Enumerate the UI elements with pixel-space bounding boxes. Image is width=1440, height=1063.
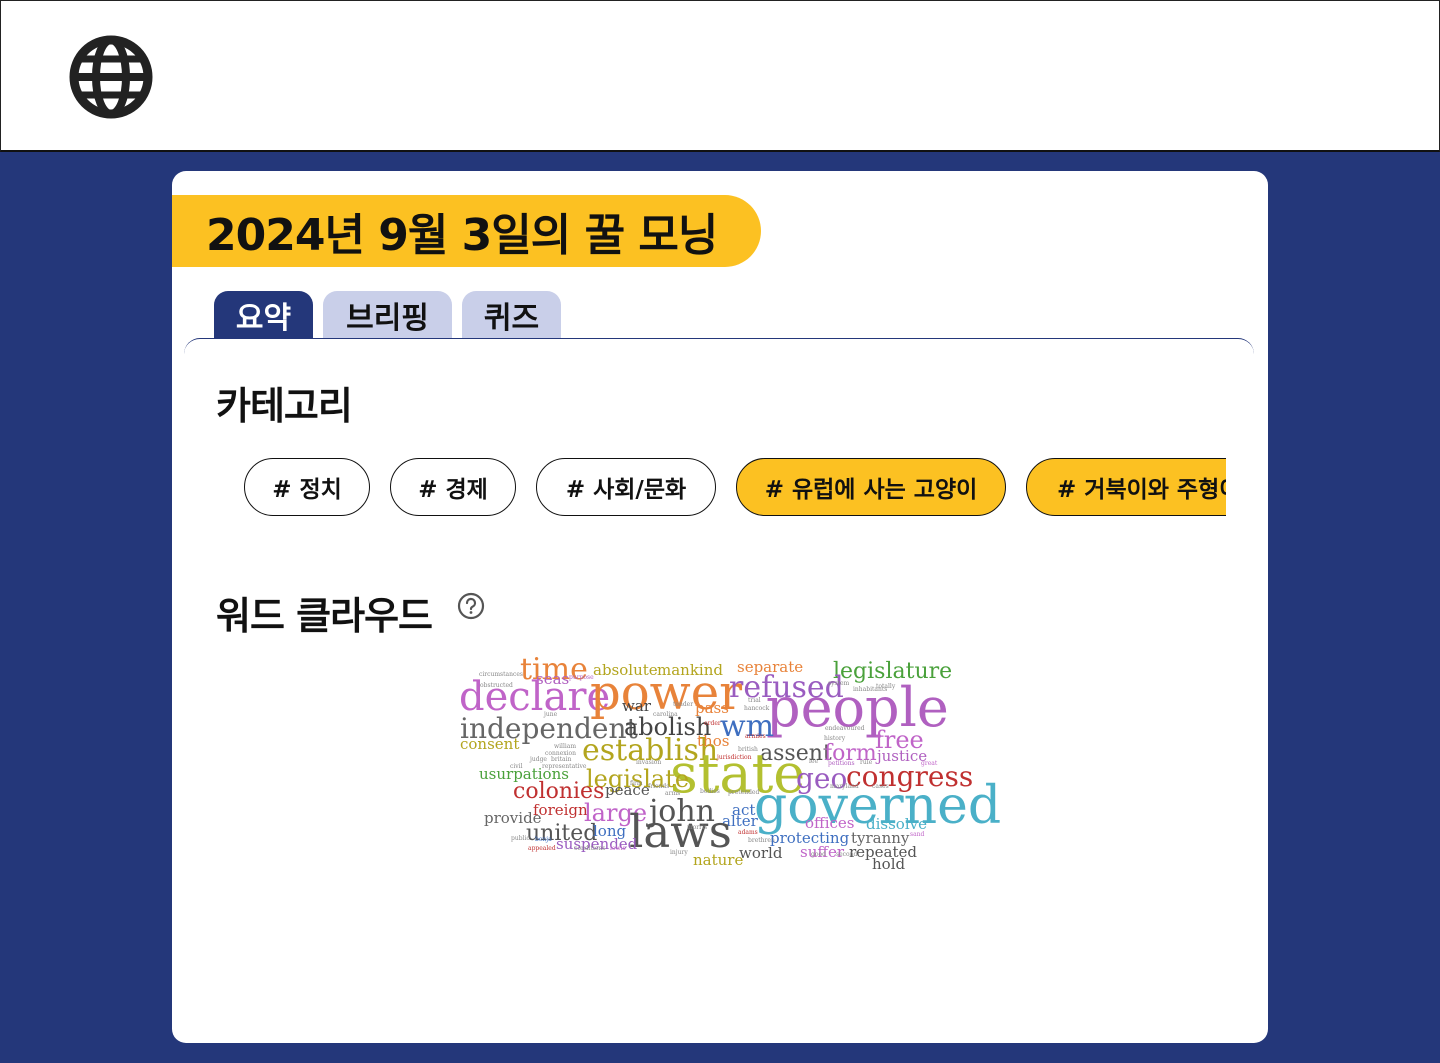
word-cloud-word: sand bbox=[910, 831, 925, 838]
tab-summary[interactable]: 요약 bbox=[214, 291, 313, 339]
tab-briefing[interactable]: 브리핑 bbox=[323, 291, 452, 339]
word-cloud-word: declare bbox=[459, 674, 611, 720]
word-cloud-word: injury bbox=[670, 849, 688, 856]
question-circle-icon[interactable] bbox=[457, 592, 485, 620]
wordcloud-title: 워드 클라우드 bbox=[216, 594, 433, 638]
page-title-banner: 2024년 9월 3일의 꿀 모닝 bbox=[172, 195, 761, 267]
tab-quiz[interactable]: 퀴즈 bbox=[462, 291, 561, 339]
word-cloud-word: second bbox=[836, 851, 858, 858]
category-chip-list[interactable]: # 정치 # 경제 # 사회/문화 # 유럽에 사는 고양이 # 거북이와 주형… bbox=[244, 458, 1226, 516]
word-cloud-word: order bbox=[704, 720, 721, 727]
chip-politics[interactable]: # 정치 bbox=[244, 458, 370, 516]
word-cloud-word: consent bbox=[460, 735, 520, 753]
word-cloud-word: peace bbox=[605, 781, 650, 799]
globe-icon[interactable] bbox=[69, 35, 153, 119]
word-cloud-word: nature bbox=[693, 851, 744, 869]
top-header bbox=[0, 0, 1440, 152]
word-cloud-word: tender bbox=[673, 701, 694, 708]
word-cloud: time absolute mankind separate legislature ci… bbox=[452, 655, 1012, 905]
word-cloud-word: benja bbox=[535, 836, 552, 843]
word-cloud-word: hold bbox=[872, 855, 906, 873]
word-cloud-word: endeavoured bbox=[825, 725, 865, 732]
word-cloud-word: public bbox=[511, 835, 530, 842]
word-cloud-word: morris bbox=[687, 824, 708, 831]
word-cloud-word: conditions bbox=[574, 845, 606, 852]
word-cloud-word: laws bbox=[629, 805, 732, 858]
panel-divider bbox=[184, 338, 1254, 369]
word-cloud-word: trial bbox=[748, 697, 761, 704]
category-title: 카테고리 bbox=[216, 384, 353, 428]
chip-economy[interactable]: # 경제 bbox=[390, 458, 516, 516]
word-cloud-word: good bbox=[811, 851, 826, 858]
chip-society-culture[interactable]: # 사회/문화 bbox=[536, 458, 716, 516]
word-cloud-word: armies bbox=[745, 733, 766, 740]
content-card: 2024년 9월 3일의 꿀 모닝 요약 브리핑 퀴즈 카테고리 # 정치 # … bbox=[172, 171, 1268, 1043]
chip-turtle-and-juhyung[interactable]: # 거북이와 주형이 bbox=[1026, 458, 1226, 516]
chip-cat-in-europe[interactable]: # 유럽에 사는 고양이 bbox=[736, 458, 1006, 516]
word-cloud-word: lewis bbox=[610, 845, 626, 852]
word-cloud-word: adams bbox=[738, 829, 758, 836]
word-cloud-word: appealed bbox=[528, 845, 556, 852]
word-cloud-word: world bbox=[739, 844, 783, 862]
